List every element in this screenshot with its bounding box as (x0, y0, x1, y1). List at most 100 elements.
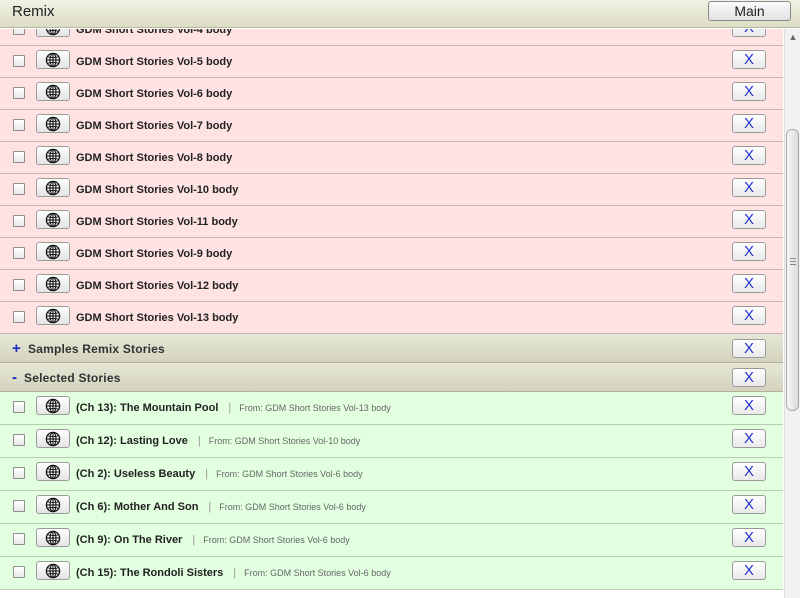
story-source: From: GDM Short Stories Vol-6 body (216, 469, 363, 479)
globe-button[interactable] (36, 528, 70, 547)
remove-button[interactable]: X (732, 29, 766, 37)
row-checkbox[interactable] (13, 87, 25, 99)
globe-button[interactable] (36, 50, 70, 69)
scrollbar-thumb[interactable] (786, 129, 799, 411)
remove-button[interactable]: X (732, 462, 766, 481)
story-source: From: GDM Short Stories Vol-6 body (219, 502, 366, 512)
remove-button[interactable]: X (732, 114, 766, 133)
remix-list: GDM Short Stories Vol-4 body X GDM Short … (0, 29, 784, 590)
remove-section-button[interactable]: X (732, 339, 766, 358)
row-checkbox[interactable] (13, 151, 25, 163)
remove-button[interactable]: X (732, 242, 766, 261)
row-checkbox[interactable] (13, 500, 25, 512)
grip-icon (790, 258, 796, 265)
remove-button[interactable]: X (732, 429, 766, 448)
row-checkbox[interactable] (13, 279, 25, 291)
row-checkbox[interactable] (13, 215, 25, 227)
story-title: (Ch 9): On The River (76, 534, 183, 546)
story-label: (Ch 15): The Rondoli Sisters | From: GDM S… (76, 567, 391, 579)
remix-item-label: GDM Short Stories Vol-9 body (76, 248, 233, 260)
globe-button[interactable] (36, 146, 70, 165)
remix-item-label: GDM Short Stories Vol-10 body (76, 184, 239, 196)
separator: | (197, 435, 201, 447)
globe-button[interactable] (36, 396, 70, 415)
globe-button[interactable] (36, 242, 70, 261)
separator: | (228, 402, 232, 414)
remove-button[interactable]: X (732, 50, 766, 69)
globe-icon (45, 244, 61, 259)
globe-icon (45, 497, 61, 512)
story-title: (Ch 13): The Mountain Pool (76, 402, 219, 414)
globe-button[interactable] (36, 429, 70, 448)
remix-item-row: GDM Short Stories Vol-5 body X (0, 46, 783, 78)
story-label: (Ch 2): Useless Beauty | From: GDM Short S… (76, 468, 363, 480)
globe-icon (45, 212, 61, 227)
globe-button[interactable] (36, 561, 70, 580)
selected-story-row: (Ch 9): On The River | From: GDM Short Sto… (0, 524, 783, 557)
remove-button[interactable]: X (732, 274, 766, 293)
section-label: Selected Stories (24, 371, 121, 385)
remove-button[interactable]: X (732, 561, 766, 580)
remix-content: GDM Short Stories Vol-4 body X GDM Short … (0, 29, 784, 598)
story-title: (Ch 12): Lasting Love (76, 435, 188, 447)
globe-icon (45, 464, 61, 479)
globe-icon (45, 431, 61, 446)
remove-button[interactable]: X (732, 306, 766, 325)
globe-button[interactable] (36, 82, 70, 101)
remix-item-label: GDM Short Stories Vol-12 body (76, 280, 239, 292)
story-label: (Ch 13): The Mountain Pool | From: GDM Sho… (76, 402, 391, 414)
scroll-up-arrow-icon[interactable]: ▲ (785, 29, 800, 45)
remove-button[interactable]: X (732, 210, 766, 229)
remix-item-row: GDM Short Stories Vol-7 body X (0, 110, 783, 142)
remove-section-button[interactable]: X (732, 368, 766, 387)
collapse-toggle[interactable]: - (12, 369, 17, 386)
remove-button[interactable]: X (732, 528, 766, 547)
row-checkbox[interactable] (13, 434, 25, 446)
remove-button[interactable]: X (732, 396, 766, 415)
expand-toggle[interactable]: + (12, 340, 21, 357)
globe-button[interactable] (36, 178, 70, 197)
row-checkbox[interactable] (13, 55, 25, 67)
vertical-scrollbar[interactable]: ▲ (784, 29, 800, 598)
row-checkbox[interactable] (13, 401, 25, 413)
remix-item-row: GDM Short Stories Vol-8 body X (0, 142, 783, 174)
row-checkbox[interactable] (13, 119, 25, 131)
remix-item-row: GDM Short Stories Vol-13 body X (0, 302, 783, 334)
globe-button[interactable] (36, 462, 70, 481)
globe-button[interactable] (36, 210, 70, 229)
row-checkbox[interactable] (13, 533, 25, 545)
remove-button[interactable]: X (732, 178, 766, 197)
remix-item-row: GDM Short Stories Vol-11 body X (0, 206, 783, 238)
row-checkbox[interactable] (13, 467, 25, 479)
globe-button[interactable] (36, 274, 70, 293)
globe-icon (45, 398, 61, 413)
separator: | (205, 468, 209, 480)
selected-story-row: (Ch 6): Mother And Son | From: GDM Short S… (0, 491, 783, 524)
selected-story-row: (Ch 12): Lasting Love | From: GDM Short St… (0, 425, 783, 458)
globe-button[interactable] (36, 29, 70, 37)
separator: | (208, 501, 212, 513)
story-source: From: GDM Short Stories Vol-6 body (203, 535, 350, 545)
selected-story-row: (Ch 2): Useless Beauty | From: GDM Short S… (0, 458, 783, 491)
story-label: (Ch 9): On The River | From: GDM Short Sto… (76, 534, 350, 546)
remix-item-row: GDM Short Stories Vol-6 body X (0, 78, 783, 110)
row-checkbox[interactable] (13, 247, 25, 259)
separator: | (233, 567, 237, 579)
row-checkbox[interactable] (13, 566, 25, 578)
remix-item-label: GDM Short Stories Vol-6 body (76, 88, 233, 100)
remove-button[interactable]: X (732, 495, 766, 514)
main-button[interactable]: Main (708, 1, 791, 21)
row-checkbox[interactable] (13, 29, 25, 35)
remix-item-label: GDM Short Stories Vol-5 body (76, 56, 233, 68)
globe-button[interactable] (36, 306, 70, 325)
row-checkbox[interactable] (13, 183, 25, 195)
selected-stories-section: - Selected Stories X (0, 363, 783, 392)
globe-button[interactable] (36, 114, 70, 133)
remove-button[interactable]: X (732, 146, 766, 165)
row-checkbox[interactable] (13, 311, 25, 323)
remove-button[interactable]: X (732, 82, 766, 101)
globe-icon (45, 116, 61, 131)
story-source: From: GDM Short Stories Vol-6 body (244, 568, 391, 578)
title-bar: Remix Main (0, 0, 800, 28)
globe-button[interactable] (36, 495, 70, 514)
